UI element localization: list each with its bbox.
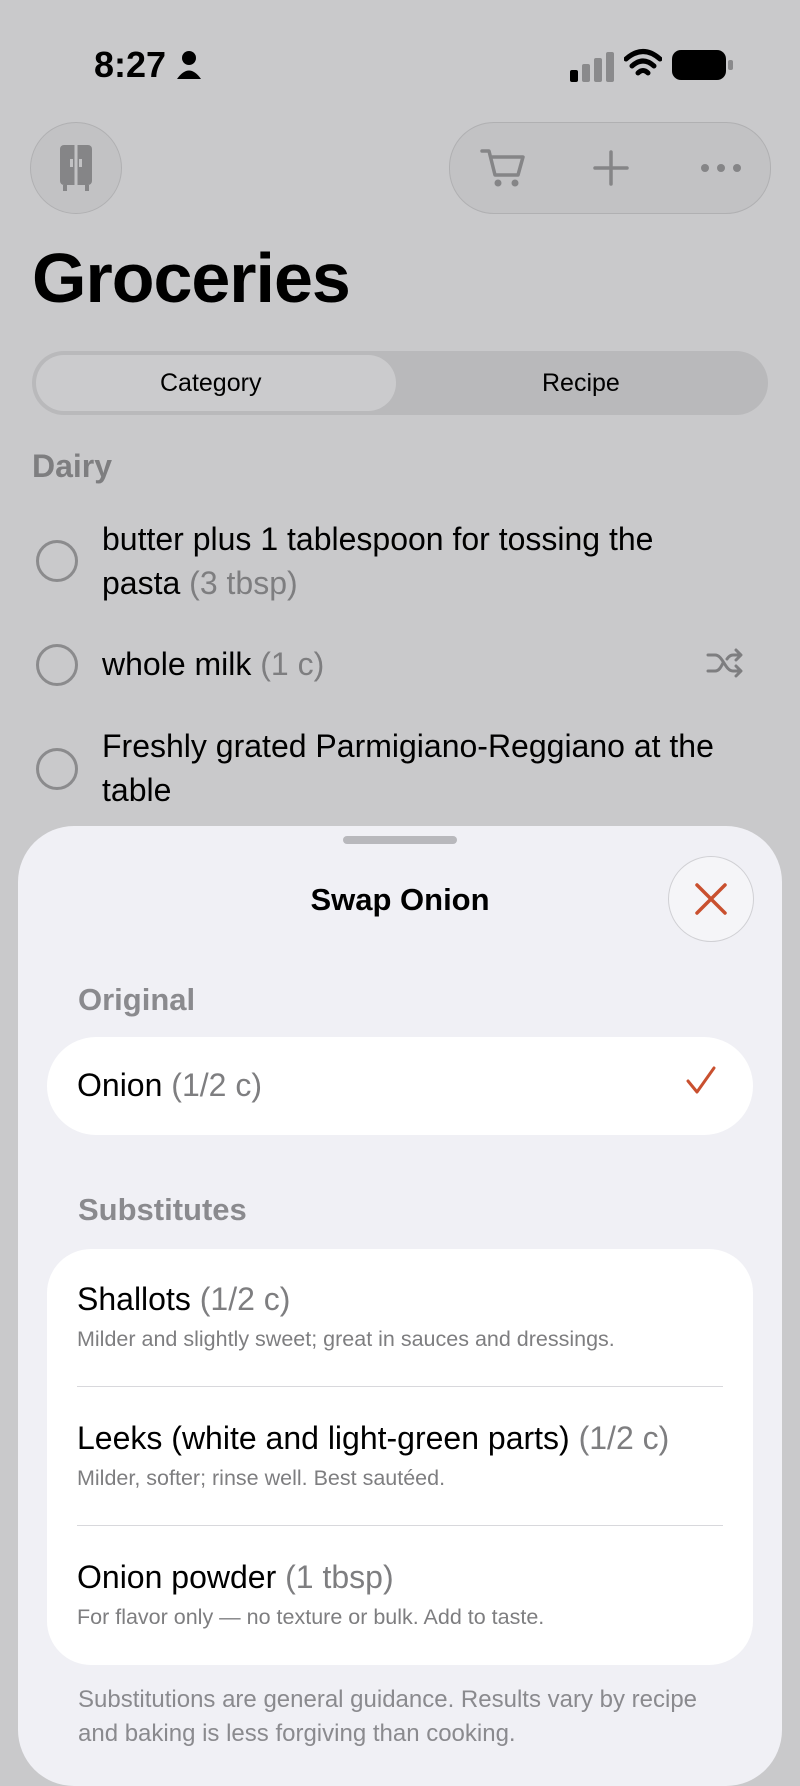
more-button[interactable] [698,145,744,191]
swap-sheet: Swap Onion Original Onion (1/2 c) Substi… [18,826,782,1786]
toolbar-actions [449,122,771,214]
substitute-option[interactable]: Shallots (1/2 c) Milder and slightly swe… [77,1279,723,1352]
segment-recipe[interactable]: Recipe [542,369,620,398]
original-option[interactable]: Onion (1/2 c) [47,1037,753,1135]
substitute-desc: Milder, softer; rinse well. Best sautéed… [77,1466,446,1490]
status-bar: 8:27 [0,0,800,120]
substitute-option[interactable]: Onion powder (1 tbsp) For flavor only — … [77,1557,723,1630]
substitute-name: Shallots [77,1281,191,1317]
view-segmented-control: Category Recipe [32,351,768,415]
close-icon [695,883,727,915]
person-icon [177,51,201,79]
original-name: Onion (1/2 c) [77,1067,262,1104]
item-checkbox[interactable] [36,644,78,686]
substitute-desc: For flavor only — no texture or bulk. Ad… [77,1605,545,1629]
plus-icon [593,150,629,186]
item-name: Freshly grated Parmigiano-Reggiano at th… [102,728,714,808]
item-name: butter plus 1 tablespoon for tossing the… [102,521,654,601]
more-icon [701,164,741,172]
substitute-name: Leeks (white and light-green parts) [77,1420,570,1456]
original-ingredient: Onion [77,1067,163,1103]
segment-category[interactable]: Category [160,369,261,398]
shuffle-icon[interactable] [706,648,744,678]
substitutes-list: Shallots (1/2 c) Milder and slightly swe… [47,1249,753,1665]
cellular-signal-icon [570,52,614,82]
footer-note: Substitutions are general guidance. Resu… [78,1686,698,1747]
substitute-name: Onion powder [77,1559,277,1595]
section-header: Dairy [32,448,113,484]
item-checkbox[interactable] [36,748,78,790]
item-name: whole milk [102,646,252,682]
fridge-button[interactable] [30,122,122,214]
substitutes-label: Substitutes [78,1192,247,1227]
close-button[interactable] [668,856,754,942]
divider [77,1386,723,1387]
list-item[interactable]: butter plus 1 tablespoon for tossing the… [102,517,722,605]
fridge-icon [60,145,92,191]
substitute-option[interactable]: Leeks (white and light-green parts) (1/2… [77,1418,723,1491]
checkmark-icon [686,1066,716,1094]
original-label: Original [78,982,196,1017]
list-item[interactable]: whole milk (1 c) [102,642,722,686]
sheet-grabber[interactable] [343,836,457,844]
substitute-desc: Milder and slightly sweet; great in sauc… [77,1327,615,1351]
original-qty: (1/2 c) [171,1067,262,1103]
item-qty: (3 tbsp) [189,565,298,601]
page-title: Groceries [32,239,351,317]
substitute-qty: (1/2 c) [199,1281,291,1317]
substitute-qty: (1 tbsp) [285,1559,394,1595]
status-time: 8:27 [94,44,167,85]
cart-button[interactable] [480,145,526,191]
substitute-qty: (1/2 c) [578,1420,670,1456]
cart-icon [480,149,525,187]
wifi-icon [624,49,662,76]
battery-icon [672,50,733,80]
list-item[interactable]: Freshly grated Parmigiano-Reggiano at th… [102,724,722,812]
add-button[interactable] [588,145,634,191]
item-checkbox[interactable] [36,540,78,582]
divider [77,1525,723,1526]
item-qty: (1 c) [260,646,325,682]
